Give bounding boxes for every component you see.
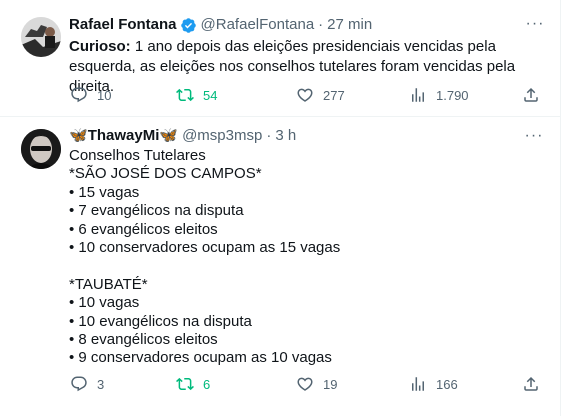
like-button[interactable]: 277 (296, 86, 345, 104)
retweet-count: 54 (203, 87, 218, 103)
views-count: 1.790 (436, 87, 469, 103)
reply-icon (71, 87, 87, 103)
retweet-button[interactable]: 6 (176, 375, 210, 393)
share-icon (524, 87, 538, 102)
tweet-text-line: • 6 evangélicos eleitos (69, 220, 218, 238)
share-button[interactable] (522, 86, 540, 104)
like-count: 19 (323, 376, 338, 392)
reply-button[interactable]: 10 (70, 86, 111, 104)
tweet-text-line (69, 257, 539, 275)
tweet-text-line: • 15 vagas (69, 183, 140, 201)
retweet-icon (176, 88, 194, 102)
butterfly-emoji: 🦋 (159, 127, 179, 144)
reply-count: 3 (97, 376, 105, 392)
avatar[interactable] (21, 129, 61, 169)
share-icon (524, 376, 538, 391)
tweet-actions: 10 54 277 1.790 (69, 85, 539, 105)
author-name-text: ThawayMi (87, 127, 160, 144)
tweet-header: 🦋ThawayMi🦋 @msp3msp · 3 h (69, 126, 296, 146)
reply-count: 10 (97, 87, 112, 103)
avatar[interactable] (21, 17, 61, 57)
tweet-text-line: • 10 evangélicos na disputa (69, 312, 252, 330)
butterfly-emoji: 🦋 (69, 127, 88, 144)
reply-button[interactable]: 3 (70, 375, 104, 393)
tweet-text-line: • 8 evangélicos eleitos (69, 330, 218, 348)
views-button[interactable]: 1.790 (409, 86, 469, 104)
tweet-text-line: • 7 evangélicos na disputa (69, 202, 244, 220)
tweet-text-bold: Curioso: (69, 38, 131, 55)
author-name[interactable]: Rafael Fontana (69, 15, 177, 35)
like-icon (297, 88, 313, 102)
tweet-text-line: *SÃO JOSÉ DOS CAMPOS* (69, 165, 262, 183)
tweet-text: Conselhos Tutelares *SÃO JOSÉ DOS CAMPOS… (69, 147, 539, 368)
retweet-button[interactable]: 54 (176, 86, 217, 104)
author-name[interactable]: 🦋ThawayMi🦋 (69, 126, 178, 146)
share-button[interactable] (522, 375, 540, 393)
timeline: Rafael Fontana @RafaelFontana · 27 min ·… (0, 0, 561, 416)
views-icon (412, 377, 424, 391)
retweet-count: 6 (203, 376, 211, 392)
like-button[interactable]: 19 (296, 375, 337, 393)
like-icon (297, 377, 313, 391)
reply-icon (71, 376, 87, 392)
views-count: 166 (436, 376, 458, 392)
more-icon[interactable]: ··· (525, 14, 545, 34)
author-handle[interactable]: @msp3msp (182, 126, 262, 146)
like-count: 277 (323, 87, 345, 103)
separator-dot: · (266, 127, 272, 144)
tweet-text-line: • 9 conservadores ocupam as 10 vagas (69, 349, 332, 367)
tweet-text-line: • 10 conservadores ocupam as 15 vagas (69, 238, 341, 256)
tweet-text-line: • 10 vagas (69, 294, 140, 312)
views-icon (412, 88, 424, 102)
author-handle[interactable]: @RafaelFontana (201, 15, 315, 35)
separator-dot: · (318, 16, 324, 33)
tweet-timestamp[interactable]: 27 min (327, 15, 372, 35)
views-button[interactable]: 166 (409, 375, 458, 393)
more-icon[interactable]: ··· (524, 126, 544, 146)
tweet-header: Rafael Fontana @RafaelFontana · 27 min (69, 15, 372, 35)
tweet-timestamp[interactable]: 3 h (275, 126, 296, 146)
tweet-rafael-fontana[interactable]: Rafael Fontana @RafaelFontana · 27 min ·… (0, 0, 561, 117)
tweet-text-line: *TAUBATÉ* (69, 275, 148, 293)
tweet-text-line: Conselhos Tutelares (69, 147, 206, 164)
tweet-actions: 3 6 19 166 (69, 374, 539, 394)
retweet-icon (176, 377, 194, 391)
verified-badge-icon (180, 17, 196, 33)
